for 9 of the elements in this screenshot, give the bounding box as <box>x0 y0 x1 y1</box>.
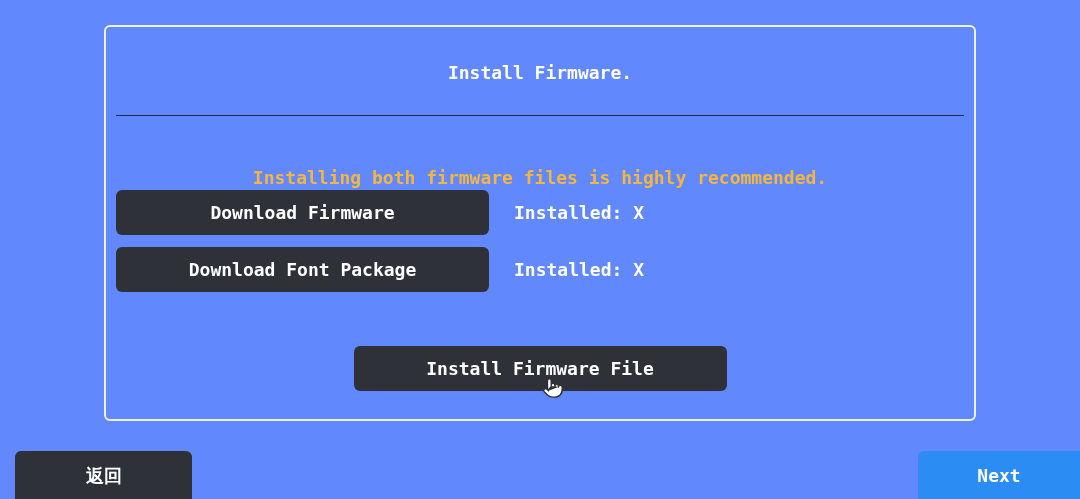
dialog-title: Install Firmware. <box>446 61 634 85</box>
install-status: Installed: X <box>514 201 645 225</box>
install-firmware-button[interactable]: Install Firmware File <box>353 346 727 391</box>
hand-cursor-icon <box>542 377 564 399</box>
download-button[interactable]: Download Firmware <box>116 190 489 235</box>
download-button[interactable]: Download Font Package <box>116 247 489 292</box>
recommendation-notice: Installing both firmware files is highly recommended. <box>251 166 829 188</box>
install-status: Installed: X <box>514 258 645 282</box>
back-button[interactable]: 返回 <box>15 451 192 499</box>
